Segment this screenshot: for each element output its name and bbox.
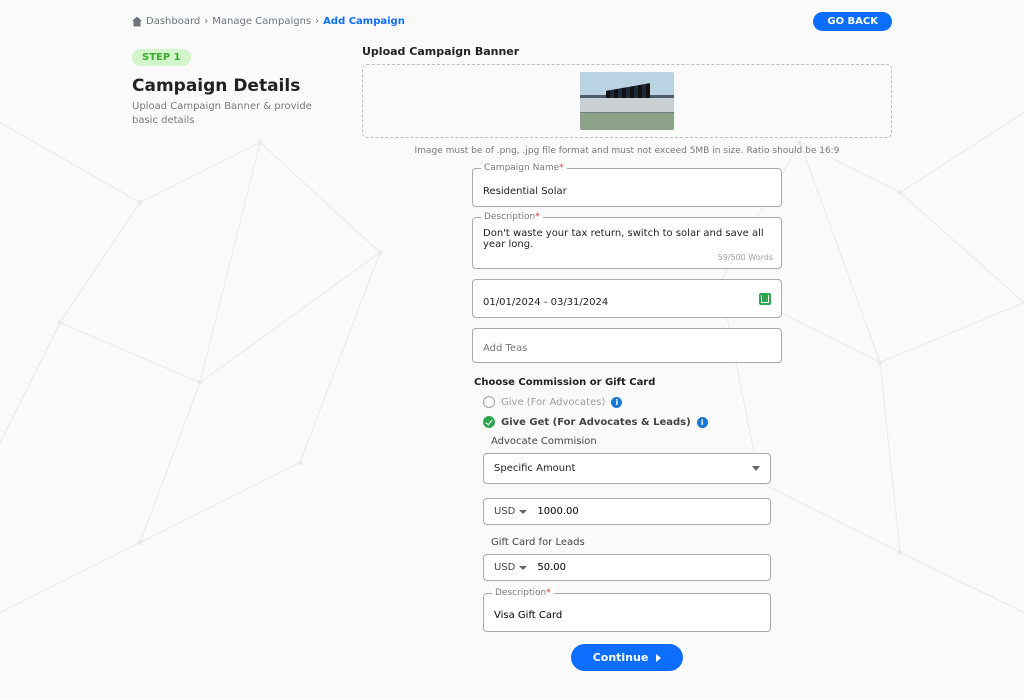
gift-card-label: Gift Card for Leads xyxy=(479,537,775,548)
page-subtitle: Upload Campaign Banner & provide basic d… xyxy=(132,100,312,128)
page-title: Campaign Details xyxy=(132,76,312,96)
gift-amount-input[interactable] xyxy=(537,562,760,573)
chevron-right-icon xyxy=(656,654,661,662)
gift-description-field: Description* xyxy=(483,593,771,632)
banner-upload-area[interactable] xyxy=(362,64,892,138)
gift-amount-field: USD xyxy=(483,554,771,581)
continue-button[interactable]: Continue xyxy=(571,644,684,671)
info-icon[interactable]: i xyxy=(611,397,622,408)
radio-icon xyxy=(483,396,495,408)
tags-input[interactable] xyxy=(483,343,771,354)
advocate-amount-field: USD xyxy=(483,498,771,525)
step-badge: STEP 1 xyxy=(132,49,191,66)
description-field: Description* Don't waste your tax return… xyxy=(472,217,782,269)
date-range-input[interactable] xyxy=(483,297,771,308)
radio-give-get[interactable]: Give Get (For Advocates & Leads) i xyxy=(477,416,777,428)
currency-select-1[interactable]: USD xyxy=(494,506,527,517)
radio-checked-icon xyxy=(483,416,495,428)
breadcrumb-dashboard[interactable]: Dashboard xyxy=(146,16,200,27)
banner-preview xyxy=(580,72,674,130)
campaign-name-input[interactable] xyxy=(483,186,771,197)
word-count: 59/500 Words xyxy=(718,253,773,262)
gift-description-input[interactable] xyxy=(494,610,760,621)
tags-field xyxy=(472,328,782,363)
date-range-field xyxy=(472,279,782,318)
breadcrumb-manage[interactable]: Manage Campaigns xyxy=(212,16,311,27)
breadcrumb: Dashboard › Manage Campaigns › Add Campa… xyxy=(132,16,405,27)
radio-give[interactable]: Give (For Advocates) i xyxy=(477,396,777,408)
breadcrumb-current: Add Campaign xyxy=(323,16,405,27)
chevron-down-icon xyxy=(752,466,760,471)
commission-heading: Choose Commission or Gift Card xyxy=(472,377,782,388)
banner-hint: Image must be of .png, .jpg file format … xyxy=(362,146,892,156)
banner-heading: Upload Campaign Banner xyxy=(362,45,892,58)
advocate-commission-label: Advocate Commision xyxy=(479,436,775,447)
home-icon[interactable] xyxy=(132,17,142,27)
currency-select-2[interactable]: USD xyxy=(494,562,527,573)
amount-type-select[interactable]: Specific Amount xyxy=(483,453,771,484)
go-back-button[interactable]: GO BACK xyxy=(813,12,892,31)
campaign-name-field: Campaign Name* xyxy=(472,168,782,207)
calendar-icon[interactable] xyxy=(759,293,771,305)
advocate-amount-input[interactable] xyxy=(537,506,760,517)
info-icon[interactable]: i xyxy=(697,417,708,428)
